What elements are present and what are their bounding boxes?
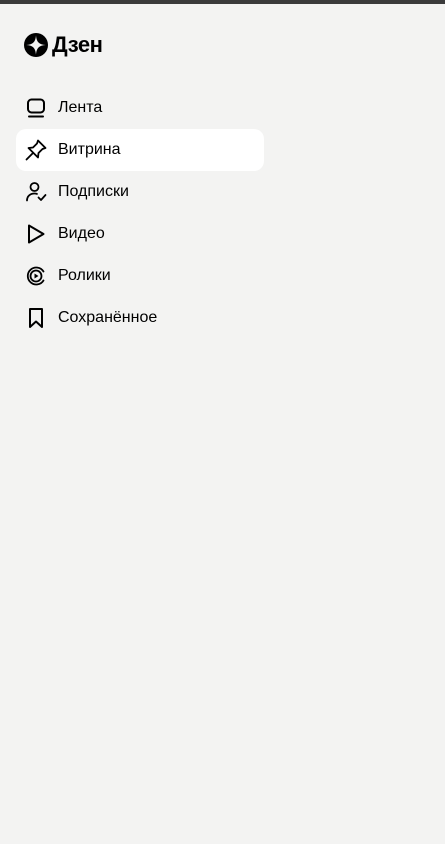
bookmark-icon xyxy=(24,306,48,330)
sidebar-nav: Лента Витрина Подписки Видео Ролики Сохр… xyxy=(16,87,264,339)
sidebar-item-label: Подписки xyxy=(58,183,129,200)
sidebar-item-video[interactable]: Видео xyxy=(16,213,264,255)
sidebar-item-shorts[interactable]: Ролики xyxy=(16,255,264,297)
logo-text: Дзен xyxy=(52,32,103,57)
feed-icon xyxy=(24,96,48,120)
sidebar-item-saved[interactable]: Сохранённое xyxy=(16,297,264,339)
sidebar-item-label: Лента xyxy=(58,99,103,116)
sidebar-item-showcase[interactable]: Витрина xyxy=(16,129,264,171)
subscriptions-icon xyxy=(24,180,48,204)
play-icon xyxy=(24,222,48,246)
sidebar-item-feed[interactable]: Лента xyxy=(16,87,264,129)
top-border xyxy=(0,0,445,4)
sidebar-item-label: Видео xyxy=(58,225,105,242)
dzen-star-icon xyxy=(24,33,48,57)
pin-icon xyxy=(24,138,48,162)
sidebar-item-label: Сохранённое xyxy=(58,309,158,326)
dzen-logo[interactable]: Дзен xyxy=(24,32,103,58)
sidebar-item-subscriptions[interactable]: Подписки xyxy=(16,171,264,213)
sidebar-item-label: Витрина xyxy=(58,141,121,158)
shorts-icon xyxy=(24,264,48,288)
sidebar-item-label: Ролики xyxy=(58,267,111,284)
